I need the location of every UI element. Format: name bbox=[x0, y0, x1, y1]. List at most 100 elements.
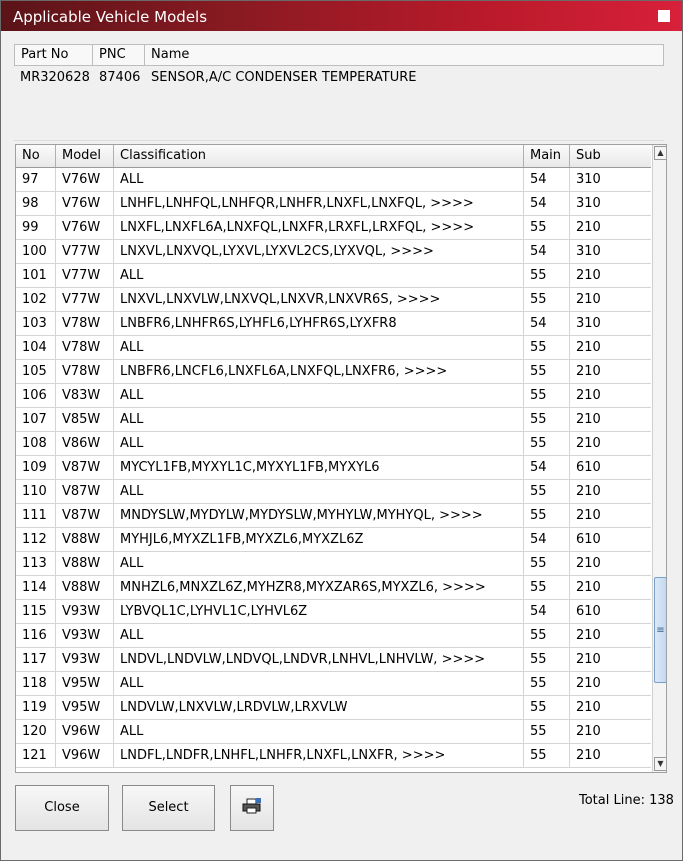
cell-model: V86W bbox=[56, 432, 114, 455]
table-row[interactable]: 118 V95W ALL 55 210 bbox=[16, 672, 651, 696]
cell-classification: ALL bbox=[114, 432, 524, 455]
part-no-value: MR320628 bbox=[20, 70, 90, 85]
close-button[interactable]: Close bbox=[15, 785, 109, 831]
table-row[interactable]: 109 V87W MYCYL1FB,MYXYL1C,MYXYL1FB,MYXYL6 5… bbox=[16, 456, 651, 480]
cell-model: V83W bbox=[56, 384, 114, 407]
cell-main: 55 bbox=[524, 408, 570, 431]
applicable-vehicle-models-window: Applicable Vehicle Models Part No PNC Na… bbox=[0, 0, 683, 861]
table-row[interactable]: 107 V85W ALL 55 210 bbox=[16, 408, 651, 432]
cell-no: 106 bbox=[16, 384, 56, 407]
table-row[interactable]: 116 V93W ALL 55 210 bbox=[16, 624, 651, 648]
cell-main: 55 bbox=[524, 432, 570, 455]
cell-classification: LYBVQL1C,LYHVL1C,LYHVL6Z bbox=[114, 600, 524, 623]
cell-no: 120 bbox=[16, 720, 56, 743]
table-row[interactable]: 100 V77W LNXVL,LNXVQL,LYXVL,LYXVL2CS,LYXVQ… bbox=[16, 240, 651, 264]
scroll-down-icon[interactable]: ▼ bbox=[654, 757, 666, 771]
cell-no: 98 bbox=[16, 192, 56, 215]
cell-no: 117 bbox=[16, 648, 56, 671]
cell-no: 97 bbox=[16, 168, 56, 191]
cell-sub: 210 bbox=[576, 340, 601, 355]
table-row[interactable]: 104 V78W ALL 55 210 bbox=[16, 336, 651, 360]
cell-main: 54 bbox=[524, 168, 570, 191]
print-button[interactable] bbox=[230, 785, 274, 831]
table-row[interactable]: 105 V78W LNBFR6,LNCFL6,LNXFL6A,LNXFQL,LNXF… bbox=[16, 360, 651, 384]
total-lines: Total Line: 138 bbox=[579, 793, 674, 808]
scroll-thumb[interactable]: ≡ bbox=[654, 577, 666, 683]
cell-classification: LNDVL,LNDVLW,LNDVQL,LNDVR,LNHVL,LNHVLW, … bbox=[114, 648, 524, 671]
cell-sub: 210 bbox=[576, 676, 601, 691]
pnc-value: 87406 bbox=[99, 70, 141, 85]
cell-sub: 610 bbox=[576, 460, 601, 475]
cell-classification: ALL bbox=[114, 408, 524, 431]
table-row[interactable]: 112 V88W MYHJL6,MYXZL1FB,MYXZL6,MYXZL6Z 54 6… bbox=[16, 528, 651, 552]
table-row[interactable]: 99 V76W LNXFL,LNXFL6A,LNXFQL,LNXFR,LRXFL,L… bbox=[16, 216, 651, 240]
cell-classification: MYCYL1FB,MYXYL1C,MYXYL1FB,MYXYL6 bbox=[114, 456, 524, 479]
table-row[interactable]: 114 V88W MNHZL6,MNXZL6Z,MYHZR8,MYXZAR6S,MY… bbox=[16, 576, 651, 600]
cell-no: 115 bbox=[16, 600, 56, 623]
cell-classification: MNHZL6,MNXZL6Z,MYHZR8,MYXZAR6S,MYXZL6, >… bbox=[114, 576, 524, 599]
table-row[interactable]: 101 V77W ALL 55 210 bbox=[16, 264, 651, 288]
cell-classification: LNXFL,LNXFL6A,LNXFQL,LNXFR,LRXFL,LRXFQL,… bbox=[114, 216, 524, 239]
cell-no: 118 bbox=[16, 672, 56, 695]
part-info-row[interactable]: MR320628 87406 SENSOR,A/C CONDENSER TEMP… bbox=[14, 70, 664, 88]
cell-sub: 310 bbox=[576, 172, 601, 187]
cell-model: V96W bbox=[56, 744, 114, 767]
cell-model: V76W bbox=[56, 168, 114, 191]
cell-model: V88W bbox=[56, 552, 114, 575]
scroll-up-icon[interactable]: ▲ bbox=[654, 146, 666, 160]
cell-main: 55 bbox=[524, 624, 570, 647]
cell-model: V93W bbox=[56, 600, 114, 623]
cell-main: 55 bbox=[524, 288, 570, 311]
cell-model: V93W bbox=[56, 648, 114, 671]
column-header-model[interactable]: Model bbox=[56, 145, 114, 167]
table-row[interactable]: 103 V78W LNBFR6,LNHFR6S,LYHFL6,LYHFR6S,LYX… bbox=[16, 312, 651, 336]
column-header-sub[interactable]: Sub bbox=[570, 145, 651, 167]
cell-sub: 210 bbox=[576, 700, 601, 715]
vertical-scrollbar[interactable]: ▲ ≡ ▼ bbox=[652, 145, 666, 772]
cell-sub: 310 bbox=[576, 316, 601, 331]
cell-sub: 610 bbox=[576, 604, 601, 619]
table-row[interactable]: 106 V83W ALL 55 210 bbox=[16, 384, 651, 408]
column-header-classification[interactable]: Classification bbox=[114, 145, 524, 167]
cell-no: 121 bbox=[16, 744, 56, 767]
table-row[interactable]: 113 V88W ALL 55 210 bbox=[16, 552, 651, 576]
part-name-value: SENSOR,A/C CONDENSER TEMPERATURE bbox=[151, 70, 417, 85]
cell-sub: 310 bbox=[576, 244, 601, 259]
column-header-no[interactable]: No bbox=[16, 145, 56, 167]
table-row[interactable]: 97 V76W ALL 54 310 bbox=[16, 168, 651, 192]
table-row[interactable]: 119 V95W LNDVLW,LNXVLW,LRDVLW,LRXVLW 55 210 bbox=[16, 696, 651, 720]
cell-classification: ALL bbox=[114, 336, 524, 359]
window-control-icon[interactable] bbox=[658, 10, 670, 22]
cell-main: 54 bbox=[524, 312, 570, 335]
column-header-main[interactable]: Main bbox=[524, 145, 570, 167]
select-button[interactable]: Select bbox=[122, 785, 215, 831]
cell-model: V93W bbox=[56, 624, 114, 647]
cell-sub: 210 bbox=[576, 580, 601, 595]
table-row[interactable]: 111 V87W MNDYSLW,MYDYLW,MYDYSLW,MYHYLW,MYH… bbox=[16, 504, 651, 528]
table-row[interactable]: 102 V77W LNXVL,LNXVLW,LNXVQL,LNXVR,LNXVR6S… bbox=[16, 288, 651, 312]
table-row[interactable]: 117 V93W LNDVL,LNDVLW,LNDVQL,LNDVR,LNHVL,L… bbox=[16, 648, 651, 672]
cell-classification: ALL bbox=[114, 672, 524, 695]
cell-main: 54 bbox=[524, 192, 570, 215]
cell-model: V88W bbox=[56, 528, 114, 551]
cell-main: 55 bbox=[524, 576, 570, 599]
cell-model: V77W bbox=[56, 264, 114, 287]
cell-model: V78W bbox=[56, 336, 114, 359]
cell-main: 54 bbox=[524, 456, 570, 479]
part-info-panel: Part No PNC Name MR320628 87406 SENSOR,A… bbox=[14, 44, 664, 141]
table-row[interactable]: 120 V96W ALL 55 210 bbox=[16, 720, 651, 744]
cell-no: 107 bbox=[16, 408, 56, 431]
cell-classification: ALL bbox=[114, 168, 524, 191]
cell-no: 111 bbox=[16, 504, 56, 527]
cell-sub: 210 bbox=[576, 436, 601, 451]
cell-main: 55 bbox=[524, 696, 570, 719]
table-row[interactable]: 121 V96W LNDFL,LNDFR,LNHFL,LNHFR,LNXFL,LNX… bbox=[16, 744, 651, 768]
cell-sub: 210 bbox=[576, 412, 601, 427]
table-row[interactable]: 108 V86W ALL 55 210 bbox=[16, 432, 651, 456]
table-row[interactable]: 115 V93W LYBVQL1C,LYHVL1C,LYHVL6Z 54 610 bbox=[16, 600, 651, 624]
table-row[interactable]: 98 V76W LNHFL,LNHFQL,LNHFQR,LNHFR,LNXFL,LN… bbox=[16, 192, 651, 216]
cell-main: 55 bbox=[524, 264, 570, 287]
cell-model: V78W bbox=[56, 360, 114, 383]
cell-no: 100 bbox=[16, 240, 56, 263]
table-row[interactable]: 110 V87W ALL 55 210 bbox=[16, 480, 651, 504]
